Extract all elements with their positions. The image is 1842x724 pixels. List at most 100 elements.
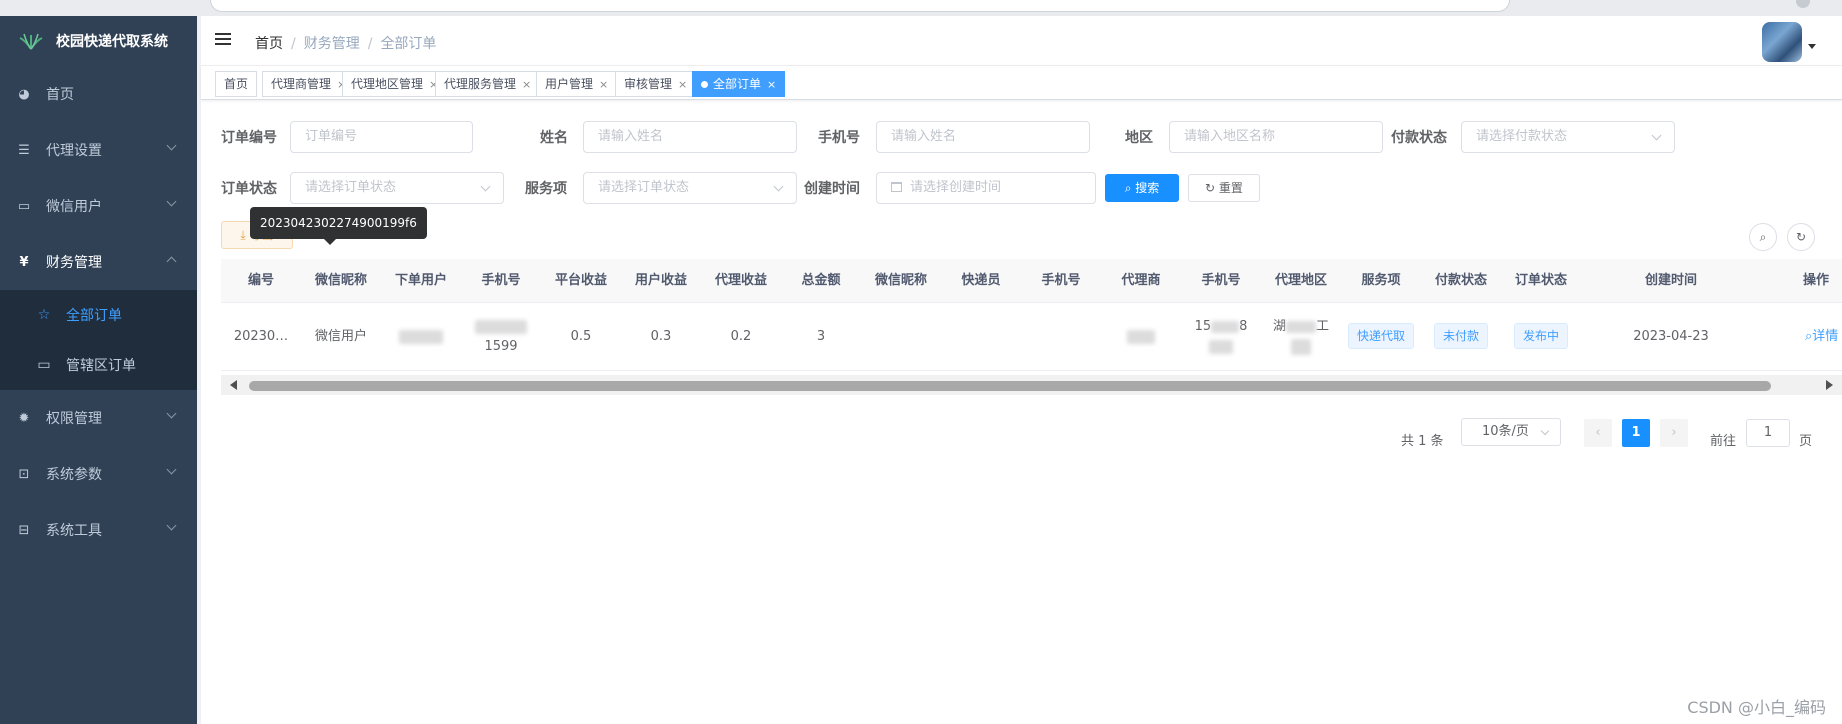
redacted-block [399, 329, 443, 344]
close-icon[interactable]: × [599, 78, 608, 91]
sidebar-item-label: 全部订单 [66, 308, 122, 324]
cell-order-status: 发布中 [1501, 303, 1581, 371]
refresh-button[interactable]: ↻ [1787, 223, 1815, 251]
pay-status-select[interactable]: 请选择付款状态 [1461, 121, 1675, 153]
phone-label: 手机号 [818, 130, 860, 146]
cell-agent-phone: 15 8 [1181, 303, 1261, 371]
breadcrumb-item[interactable]: 首页 [255, 36, 283, 52]
column-header: 下单用户 [394, 273, 447, 288]
close-icon[interactable]: × [678, 78, 687, 91]
search-button[interactable]: ⌕ 搜索 [1105, 174, 1179, 202]
tag-agent-region[interactable]: 代理地区管理 × [342, 71, 448, 97]
scroll-right-icon[interactable] [1826, 380, 1833, 390]
scroll-left-icon[interactable] [230, 380, 237, 390]
service-select[interactable]: 请选择订单状态 [583, 172, 797, 204]
tags-view: 首页 代理商管理 × 代理地区管理× 代理服务管理 × 用户管理 × 审核管理 × 全部… [201, 66, 1842, 100]
column-header: 操作 [1803, 273, 1830, 288]
monitor-icon: ▭ [17, 198, 31, 214]
cell-phone: 1599 [461, 303, 541, 371]
column-header: 手机号 [481, 273, 521, 288]
order-no-tooltip: 20230423022749001​99f6 [250, 207, 427, 245]
tag-review-management[interactable]: 审核管理 × [615, 71, 697, 97]
cell-order-user [381, 303, 461, 371]
horizontal-scrollbar[interactable] [221, 375, 1842, 395]
redacted-block [1127, 329, 1155, 344]
sidebar-item-wechat-users[interactable]: ▭ 微信用户 [0, 178, 197, 234]
next-page-button[interactable]: › [1660, 419, 1688, 447]
sidebar-item-agent-settings[interactable]: ☰ 代理设置 [0, 122, 197, 178]
main-content: 首页 / 财务管理 / 全部订单 首页 代理商管理 × 代理地区管理× 代理服务管理× 用… [197, 16, 1842, 724]
tag-label: 代理商管理 [271, 77, 332, 91]
navbar: 首页 / 财务管理 / 全部订单 [201, 16, 1842, 66]
tag-agent-service[interactable]: 代理服务管理 × [435, 71, 541, 97]
address-bar[interactable] [210, 0, 1510, 12]
hamburger-icon[interactable] [215, 33, 231, 47]
caret-down-icon[interactable] [1808, 44, 1816, 49]
cell-wx-nickname: 微信用户 [314, 329, 367, 344]
breadcrumb-item: 全部订单 [380, 36, 437, 52]
tag-user-management[interactable]: 用户管理 × [536, 71, 618, 97]
pay-status-label: 付款状态 [1391, 130, 1447, 146]
goto-page-input[interactable]: 1 [1746, 419, 1790, 447]
page-number-current[interactable]: 1 [1622, 419, 1650, 447]
service-badge: 快递代取 [1347, 323, 1414, 349]
cell-user-income: 0.3 [650, 329, 672, 344]
order-status-select[interactable]: 请选择订单状态 [290, 172, 504, 204]
sidebar-item-permissions[interactable]: ✹ 权限管理 [0, 390, 197, 446]
sidebar-item-system-tools[interactable]: ⊟ 系统工具 [0, 502, 197, 558]
region-input[interactable]: 请输入地区名称 [1169, 121, 1383, 153]
scrollbar-thumb[interactable] [249, 381, 1771, 391]
toggle-search-button[interactable]: ⌕ [1749, 223, 1777, 251]
dashboard-icon: ◕ [18, 86, 30, 102]
tag-label: 全部订单 [713, 77, 762, 91]
chevron-down-icon [166, 196, 177, 207]
avatar[interactable] [1762, 22, 1802, 62]
sidebar-item-home[interactable]: ◕ 首页 [0, 66, 197, 122]
sidebar-item-district-orders[interactable]: ▭ 管辖区订单 [0, 340, 197, 390]
sidebar-item-label: 系统参数 [46, 467, 102, 483]
breadcrumb-item: 财务管理 [303, 36, 360, 52]
detail-link[interactable]: ⌕详情 [1761, 303, 1842, 371]
app-title: 校园快递代取系统 [56, 34, 168, 50]
prev-page-button[interactable]: ‹ [1584, 419, 1612, 447]
page-size-select[interactable]: 10条/页 [1461, 418, 1561, 446]
phone-tail: 1599 [484, 339, 518, 354]
tag-all-orders[interactable]: 全部订单 × [692, 71, 786, 97]
search-icon: ⌕ [1124, 181, 1136, 195]
pagination-total: 共 1 条 [1401, 434, 1444, 449]
column-header: 用户收益 [634, 273, 687, 288]
close-icon[interactable]: × [767, 78, 776, 91]
browser-top-strip [0, 0, 1842, 16]
column-header: 代理商 [1121, 273, 1161, 288]
finance-submenu: ☆ 全部订单 ▭ 管辖区订单 [0, 290, 197, 390]
toolbox-icon: ⊟ [18, 522, 30, 538]
column-header: 代理地区 [1274, 273, 1327, 288]
reset-button[interactable]: ↻ 重置 [1188, 174, 1260, 202]
order-no-input[interactable]: 订单编号 [290, 121, 473, 153]
sidebar-item-all-orders[interactable]: ☆ 全部订单 [0, 290, 197, 340]
tag-home[interactable]: 首页 [215, 71, 258, 97]
table-row[interactable]: 20230… 微信用户 1599 0.5 0.3 0.2 3 15 8 湖工 快… [221, 303, 1842, 371]
breadcrumb: 首页 / 财务管理 / 全部订单 [255, 33, 436, 53]
sidebar-item-label: 管辖区订单 [66, 358, 136, 374]
order-no-label: 订单编号 [221, 130, 277, 146]
close-icon[interactable]: × [522, 78, 531, 91]
browser-profile-icon[interactable] [1796, 0, 1810, 8]
cell-agent-region: 湖工 [1261, 303, 1341, 371]
sidebar-item-label: 代理设置 [46, 143, 102, 159]
refresh-icon: ↻ [1795, 230, 1807, 244]
sidebar-item-system-params[interactable]: ⊡ 系统参数 [0, 446, 197, 502]
redacted-block [461, 317, 541, 337]
tag-label: 审核管理 [624, 77, 673, 91]
cell-id: 20230… [233, 329, 289, 344]
brand[interactable]: 校园快递代取系统 [0, 16, 197, 66]
breadcrumb-separator: / [291, 36, 296, 52]
phone-input[interactable]: 请输入姓名 [876, 121, 1090, 153]
breadcrumb-separator: / [367, 36, 373, 52]
sidebar-item-finance[interactable]: ¥ 财务管理 [0, 234, 197, 290]
chevron-down-icon [166, 464, 177, 475]
table-header: 编号 微信昵称 下单用户 手机号 平台收益 用户收益 代理收益 总金额 微信昵称… [221, 259, 1842, 303]
search-icon: ⌕ [1759, 230, 1767, 244]
name-input[interactable]: 请输入姓名 [583, 121, 797, 153]
created-date-picker[interactable]: 请选择创建时间 [876, 172, 1096, 204]
